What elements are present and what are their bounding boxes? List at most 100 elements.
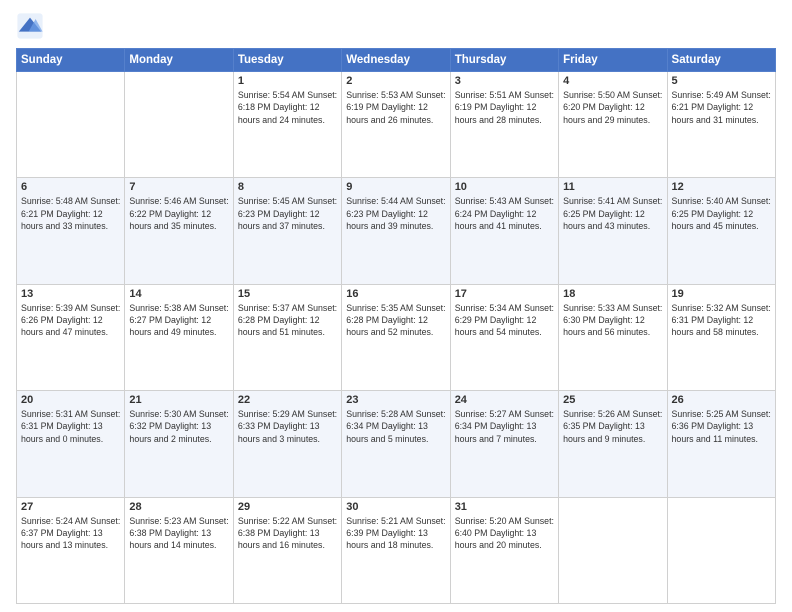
week-row-1: 6 Sunrise: 5:48 AM Sunset: 6:21 PM Daylig… xyxy=(17,178,776,284)
day-number: 31 xyxy=(455,501,554,513)
day-number: 23 xyxy=(346,394,445,406)
day-number: 18 xyxy=(563,288,662,300)
day-info: Sunrise: 5:51 AM Sunset: 6:19 PM Dayligh… xyxy=(455,89,554,126)
calendar-cell: 26Sunrise: 5:25 AM Sunset: 6:36 PM Dayli… xyxy=(667,391,775,497)
day-info: Sunrise: 5:20 AM Sunset: 6:40 PM Dayligh… xyxy=(455,515,554,552)
day-number: 27 xyxy=(21,501,120,513)
day-info: Sunrise: 5:48 AM Sunset: 6:21 PM Dayligh… xyxy=(21,195,120,232)
calendar-cell: 13 Sunrise: 5:39 AM Sunset: 6:26 PM Dayli… xyxy=(17,284,125,390)
day-info: Sunrise: 5:26 AM Sunset: 6:35 PM Dayligh… xyxy=(563,408,662,445)
day-number: 10 xyxy=(455,181,554,193)
day-number: 29 xyxy=(238,501,337,513)
calendar-cell: 10 Sunrise: 5:43 AM Sunset: 6:24 PM Dayli… xyxy=(450,178,558,284)
day-number: 26 xyxy=(672,394,771,406)
day-info: Sunrise: 5:37 AM Sunset: 6:28 PM Dayligh… xyxy=(238,302,337,339)
calendar-cell: 25 Sunrise: 5:26 AM Sunset: 6:35 PM Dayli… xyxy=(559,391,667,497)
day-info: Sunrise: 5:40 AM Sunset: 6:25 PM Dayligh… xyxy=(672,195,771,232)
day-number: 6 xyxy=(21,181,120,193)
calendar-cell xyxy=(667,497,775,603)
day-number: 15 xyxy=(238,288,337,300)
day-info: Sunrise: 5:41 AM Sunset: 6:25 PM Dayligh… xyxy=(563,195,662,232)
calendar-cell xyxy=(17,72,125,178)
day-info: Sunrise: 5:45 AM Sunset: 6:23 PM Dayligh… xyxy=(238,195,337,232)
calendar-cell: 19Sunrise: 5:32 AM Sunset: 6:31 PM Dayli… xyxy=(667,284,775,390)
week-row-2: 13 Sunrise: 5:39 AM Sunset: 6:26 PM Dayli… xyxy=(17,284,776,390)
day-number: 20 xyxy=(21,394,120,406)
day-info: Sunrise: 5:21 AM Sunset: 6:39 PM Dayligh… xyxy=(346,515,445,552)
day-number: 9 xyxy=(346,181,445,193)
day-number: 30 xyxy=(346,501,445,513)
day-number: 2 xyxy=(346,75,445,87)
day-info: Sunrise: 5:23 AM Sunset: 6:38 PM Dayligh… xyxy=(129,515,228,552)
calendar-cell: 22 Sunrise: 5:29 AM Sunset: 6:33 PM Dayli… xyxy=(233,391,341,497)
calendar-cell xyxy=(559,497,667,603)
calendar-cell: 14 Sunrise: 5:38 AM Sunset: 6:27 PM Dayli… xyxy=(125,284,233,390)
calendar-cell: 24Sunrise: 5:27 AM Sunset: 6:34 PM Dayli… xyxy=(450,391,558,497)
logo xyxy=(16,12,48,40)
day-info: Sunrise: 5:29 AM Sunset: 6:33 PM Dayligh… xyxy=(238,408,337,445)
day-number: 22 xyxy=(238,394,337,406)
calendar-cell: 7 Sunrise: 5:46 AM Sunset: 6:22 PM Daylig… xyxy=(125,178,233,284)
calendar-cell: 27Sunrise: 5:24 AM Sunset: 6:37 PM Dayli… xyxy=(17,497,125,603)
day-number: 5 xyxy=(672,75,771,87)
day-header-tuesday: Tuesday xyxy=(233,49,341,72)
day-info: Sunrise: 5:35 AM Sunset: 6:28 PM Dayligh… xyxy=(346,302,445,339)
day-info: Sunrise: 5:43 AM Sunset: 6:24 PM Dayligh… xyxy=(455,195,554,232)
day-number: 28 xyxy=(129,501,228,513)
day-header-wednesday: Wednesday xyxy=(342,49,450,72)
calendar-cell: 1 Sunrise: 5:54 AM Sunset: 6:18 PM Daylig… xyxy=(233,72,341,178)
header-row: SundayMondayTuesdayWednesdayThursdayFrid… xyxy=(17,49,776,72)
day-number: 13 xyxy=(21,288,120,300)
day-info: Sunrise: 5:38 AM Sunset: 6:27 PM Dayligh… xyxy=(129,302,228,339)
day-info: Sunrise: 5:32 AM Sunset: 6:31 PM Dayligh… xyxy=(672,302,771,339)
day-info: Sunrise: 5:50 AM Sunset: 6:20 PM Dayligh… xyxy=(563,89,662,126)
calendar-table: SundayMondayTuesdayWednesdayThursdayFrid… xyxy=(16,48,776,604)
page: SundayMondayTuesdayWednesdayThursdayFrid… xyxy=(0,0,792,612)
day-number: 4 xyxy=(563,75,662,87)
week-row-0: 1 Sunrise: 5:54 AM Sunset: 6:18 PM Daylig… xyxy=(17,72,776,178)
calendar-cell: 5 Sunrise: 5:49 AM Sunset: 6:21 PM Daylig… xyxy=(667,72,775,178)
day-info: Sunrise: 5:44 AM Sunset: 6:23 PM Dayligh… xyxy=(346,195,445,232)
day-number: 25 xyxy=(563,394,662,406)
day-number: 1 xyxy=(238,75,337,87)
calendar-cell: 20 Sunrise: 5:31 AM Sunset: 6:31 PM Dayli… xyxy=(17,391,125,497)
day-number: 21 xyxy=(129,394,228,406)
week-row-4: 27Sunrise: 5:24 AM Sunset: 6:37 PM Dayli… xyxy=(17,497,776,603)
calendar-cell: 18 Sunrise: 5:33 AM Sunset: 6:30 PM Dayli… xyxy=(559,284,667,390)
calendar-cell: 3 Sunrise: 5:51 AM Sunset: 6:19 PM Daylig… xyxy=(450,72,558,178)
day-info: Sunrise: 5:30 AM Sunset: 6:32 PM Dayligh… xyxy=(129,408,228,445)
day-info: Sunrise: 5:46 AM Sunset: 6:22 PM Dayligh… xyxy=(129,195,228,232)
calendar-cell: 16Sunrise: 5:35 AM Sunset: 6:28 PM Dayli… xyxy=(342,284,450,390)
day-number: 3 xyxy=(455,75,554,87)
day-info: Sunrise: 5:22 AM Sunset: 6:38 PM Dayligh… xyxy=(238,515,337,552)
day-info: Sunrise: 5:49 AM Sunset: 6:21 PM Dayligh… xyxy=(672,89,771,126)
day-number: 14 xyxy=(129,288,228,300)
calendar-cell: 6 Sunrise: 5:48 AM Sunset: 6:21 PM Daylig… xyxy=(17,178,125,284)
day-info: Sunrise: 5:31 AM Sunset: 6:31 PM Dayligh… xyxy=(21,408,120,445)
calendar-cell: 4 Sunrise: 5:50 AM Sunset: 6:20 PM Daylig… xyxy=(559,72,667,178)
day-header-sunday: Sunday xyxy=(17,49,125,72)
logo-icon xyxy=(16,12,44,40)
calendar-cell: 9 Sunrise: 5:44 AM Sunset: 6:23 PM Daylig… xyxy=(342,178,450,284)
day-header-saturday: Saturday xyxy=(667,49,775,72)
day-info: Sunrise: 5:39 AM Sunset: 6:26 PM Dayligh… xyxy=(21,302,120,339)
calendar-cell: 21 Sunrise: 5:30 AM Sunset: 6:32 PM Dayli… xyxy=(125,391,233,497)
header xyxy=(16,12,776,40)
week-row-3: 20 Sunrise: 5:31 AM Sunset: 6:31 PM Dayli… xyxy=(17,391,776,497)
calendar-cell: 30 Sunrise: 5:21 AM Sunset: 6:39 PM Dayli… xyxy=(342,497,450,603)
day-info: Sunrise: 5:33 AM Sunset: 6:30 PM Dayligh… xyxy=(563,302,662,339)
calendar-cell: 12 Sunrise: 5:40 AM Sunset: 6:25 PM Dayli… xyxy=(667,178,775,284)
day-number: 17 xyxy=(455,288,554,300)
day-number: 7 xyxy=(129,181,228,193)
day-header-thursday: Thursday xyxy=(450,49,558,72)
day-number: 8 xyxy=(238,181,337,193)
calendar-cell: 28 Sunrise: 5:23 AM Sunset: 6:38 PM Dayli… xyxy=(125,497,233,603)
day-info: Sunrise: 5:34 AM Sunset: 6:29 PM Dayligh… xyxy=(455,302,554,339)
calendar-cell xyxy=(125,72,233,178)
day-info: Sunrise: 5:54 AM Sunset: 6:18 PM Dayligh… xyxy=(238,89,337,126)
calendar-cell: 2 Sunrise: 5:53 AM Sunset: 6:19 PM Daylig… xyxy=(342,72,450,178)
day-number: 12 xyxy=(672,181,771,193)
day-number: 11 xyxy=(563,181,662,193)
calendar-cell: 23Sunrise: 5:28 AM Sunset: 6:34 PM Dayli… xyxy=(342,391,450,497)
day-info: Sunrise: 5:53 AM Sunset: 6:19 PM Dayligh… xyxy=(346,89,445,126)
